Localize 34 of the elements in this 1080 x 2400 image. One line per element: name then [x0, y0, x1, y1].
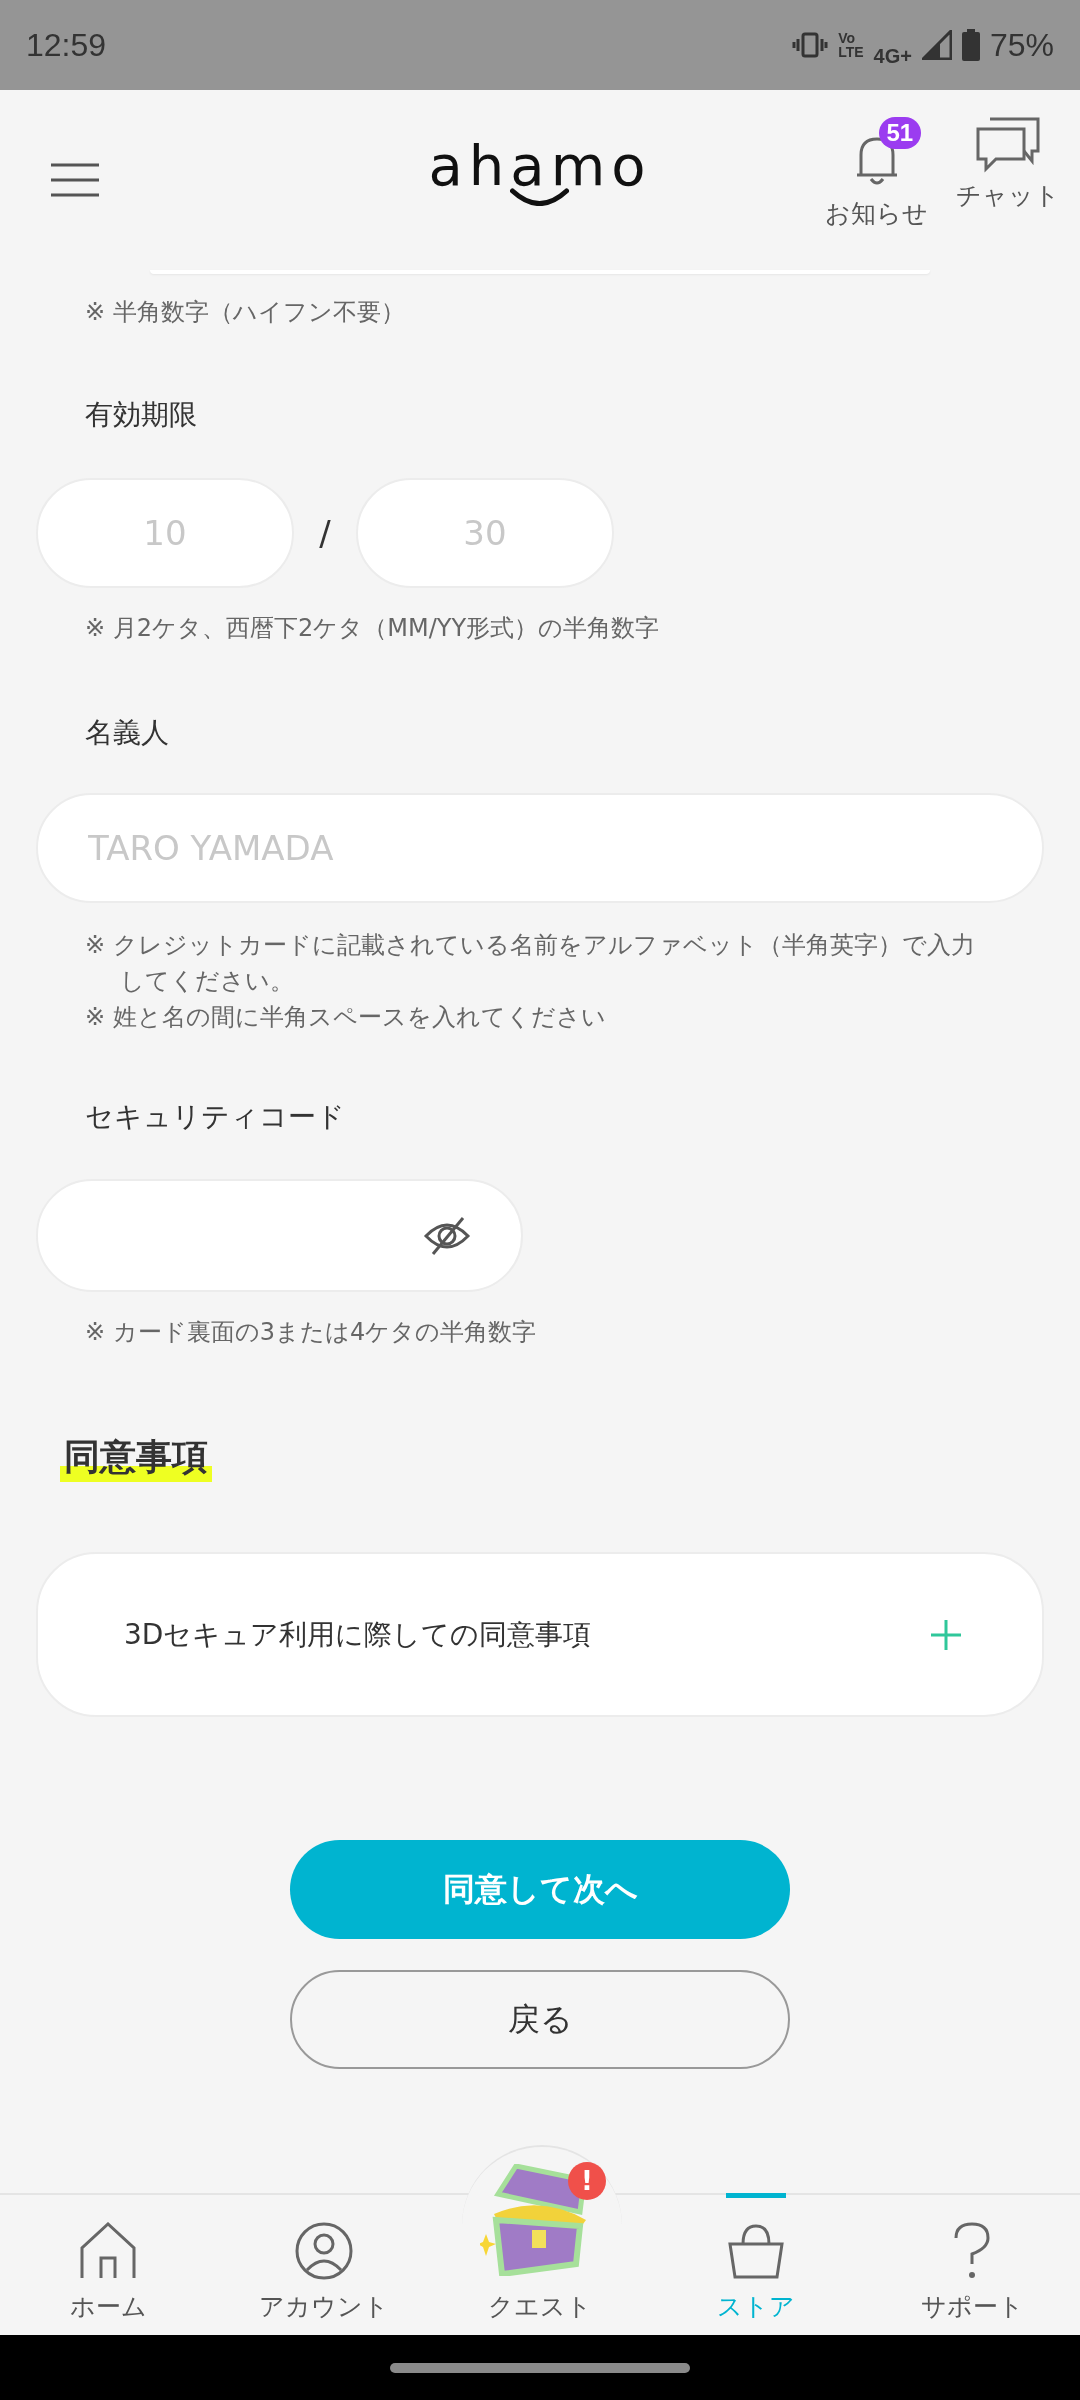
chat-bubbles-icon: [976, 116, 1040, 173]
separator-text: /: [318, 513, 332, 553]
hint-text: ※ クレジットカードに記載されている名前をアルファベット（半角英字）で入力してください。: [84, 930, 976, 997]
notifications-button[interactable]: 51 お知らせ: [825, 116, 928, 230]
nav-tab[interactable]: ! クエスト: [432, 2131, 648, 2335]
consent-accordion[interactable]: 3Dセキュア利用に際しての同意事項: [36, 1552, 1044, 1717]
hint-text: ※ 半角数字（ハイフン不要）: [84, 297, 406, 328]
signal-icon: [921, 30, 952, 60]
battery-icon: [961, 29, 980, 61]
field-label: セキュリティコード: [84, 1099, 346, 1135]
plus-icon: [930, 1618, 962, 1651]
ahamo-logo[interactable]: ahamo: [428, 138, 652, 206]
status-time: 12:59: [26, 26, 107, 64]
menu-icon[interactable]: [50, 163, 100, 197]
basket-icon: [727, 2222, 785, 2280]
home-indicator[interactable]: [390, 2362, 690, 2373]
network-type: 4G+: [873, 44, 912, 68]
nav-tab[interactable]: アカウント: [216, 2195, 432, 2335]
battery-percent: 75%: [989, 26, 1054, 64]
chat-button[interactable]: チャット: [956, 116, 1060, 230]
field-label: 名義人: [84, 715, 170, 751]
home-icon: [79, 2222, 137, 2280]
hint-text: ※ 姓と名の間に半角スペースを入れてください: [84, 1002, 607, 1033]
nav-tab[interactable]: ホーム: [0, 2195, 216, 2335]
eye-hidden-icon[interactable]: [423, 1215, 471, 1256]
hint-text: ※ カード裏面の3または4ケタの半角数字: [84, 1317, 538, 1348]
person-icon: [295, 2222, 353, 2280]
field-label: 有効期限: [84, 397, 198, 433]
volte-indicator: Vo LTE: [838, 31, 864, 59]
nav-tab[interactable]: サポート: [864, 2195, 1080, 2335]
notification-badge: 51: [878, 116, 922, 149]
back-button[interactable]: 戻る: [290, 1970, 790, 2069]
vibrate-icon: [792, 31, 829, 59]
hint-text: ※ 月2ケタ、西暦下2ケタ（MM/YY形式）の半角数字: [84, 613, 661, 644]
